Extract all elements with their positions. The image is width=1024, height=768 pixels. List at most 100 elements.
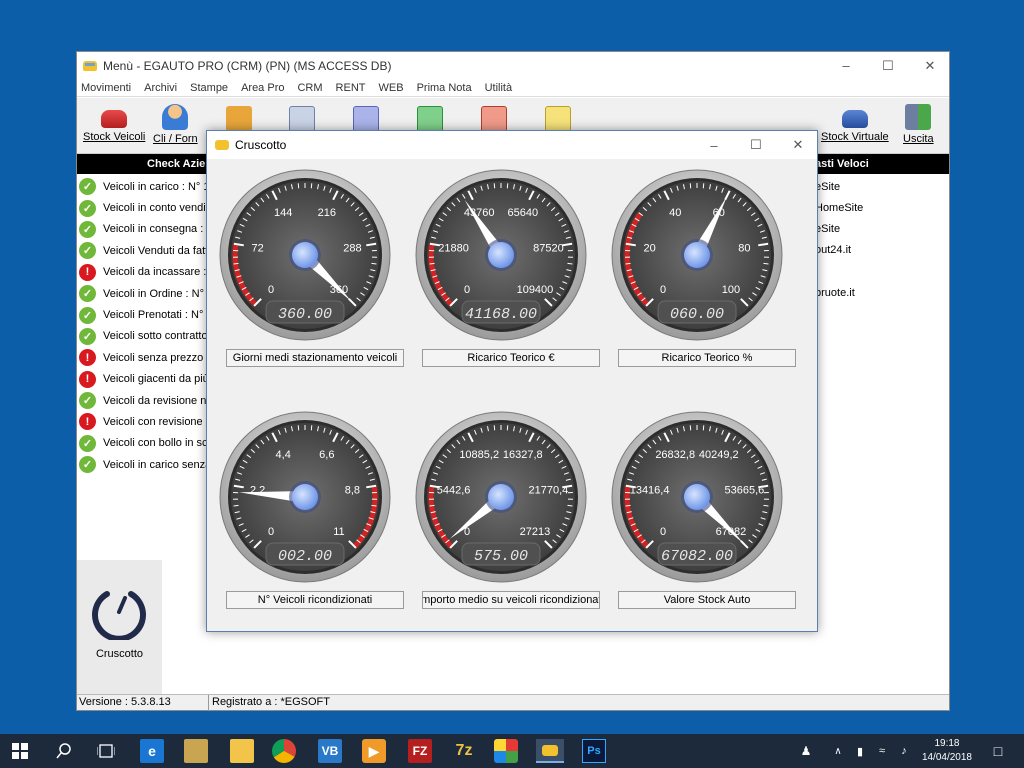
gauge-tick-label: 8,8 — [345, 484, 360, 496]
car-icon — [101, 110, 128, 128]
red-report-icon[interactable] — [481, 106, 507, 132]
quick-link[interactable]: bruote.it — [815, 282, 945, 303]
uscita-label: Uscita — [903, 133, 934, 145]
check-item-text: Veicoli Prenotati : N° 4 — [103, 309, 213, 322]
car-app-icon — [83, 60, 97, 71]
gauge-tick-label: 6,6 — [319, 449, 334, 461]
clock[interactable]: 19:18 14/04/2018 — [922, 737, 972, 765]
minimize-icon[interactable]: – — [825, 52, 867, 79]
cli-forn-button[interactable]: Cli / Forn — [153, 104, 198, 145]
menu-crm[interactable]: CRM — [297, 82, 322, 94]
quick-link[interactable]: out24.it — [815, 240, 945, 261]
7zip-icon[interactable]: 7z — [452, 739, 476, 763]
menu-stampe[interactable]: Stampe — [190, 82, 228, 94]
gauge-tick-label: 0 — [464, 284, 470, 296]
photoshop-icon[interactable]: Ps — [582, 739, 606, 763]
yellow-report-icon[interactable] — [545, 106, 571, 132]
wifi-icon[interactable]: ≈ — [870, 739, 894, 763]
edge-browser-icon[interactable]: e — [140, 739, 164, 763]
dialog-maximize-icon[interactable]: ☐ — [735, 131, 777, 159]
dialog-minimize-icon[interactable]: – — [693, 131, 735, 159]
dialog-close-icon[interactable]: ✕ — [777, 131, 819, 159]
clock-time: 19:18 — [934, 738, 960, 749]
filezilla-icon[interactable]: FZ — [408, 739, 432, 763]
menu-rent[interactable]: RENT — [336, 82, 366, 94]
menu-utilita[interactable]: Utilità — [485, 82, 513, 94]
tray-chevron-up-icon[interactable]: ∧ — [826, 739, 850, 763]
menu-prima-nota[interactable]: Prima Nota — [417, 82, 472, 94]
menu-web[interactable]: WEB — [379, 82, 404, 94]
gauge-hub — [488, 242, 514, 268]
chrome-icon[interactable] — [272, 739, 296, 763]
gauge-hub — [292, 242, 318, 268]
stock-veicoli-button[interactable]: Stock Veicoli — [83, 104, 145, 143]
task-view-icon[interactable] — [94, 739, 118, 763]
check-item-text: Veicoli giacenti da più di — [103, 373, 221, 386]
gauge-tick-label: 20 — [643, 242, 655, 254]
quick-link[interactable]: eSite — [815, 218, 945, 239]
media-player-icon[interactable]: ▶ — [362, 739, 386, 763]
warning-icon: ! — [79, 349, 96, 367]
stock-virtuale-label: Stock Virtuale — [821, 131, 889, 143]
cli-forn-label: Cli / Forn — [153, 133, 198, 145]
gauge-tick-label: 40 — [669, 207, 681, 219]
people-icon[interactable]: ♟ — [794, 739, 818, 763]
check-ok-icon: ✓ — [79, 456, 96, 474]
cruscotto-panel[interactable]: Cruscotto — [77, 560, 162, 696]
main-titlebar: Menù - EGAUTO PRO (CRM) (PN) (MS ACCESS … — [77, 52, 949, 79]
gauge: 013416,426832,840249,253665,66708267082.… — [611, 411, 783, 586]
car-taxi-icon — [542, 744, 558, 756]
check-ok-icon: ✓ — [79, 327, 96, 345]
dashboard-gauge-icon — [92, 591, 146, 640]
picture-app-icon[interactable] — [494, 739, 518, 763]
menu-area-pro[interactable]: Area Pro — [241, 82, 284, 94]
menubar: Movimenti Archivi Stampe Area Pro CRM RE… — [77, 79, 949, 97]
gauge-tick-label: 288 — [343, 242, 361, 254]
store-icon[interactable] — [184, 739, 208, 763]
warning-icon: ! — [79, 263, 96, 281]
gauge-dial: 013416,426832,840249,253665,66708267082.… — [611, 411, 783, 583]
cruscotto-label: Cruscotto — [95, 648, 144, 660]
quick-link[interactable]: HomeSite — [815, 197, 945, 218]
gauge-tick-label: 216 — [318, 207, 336, 219]
taskbar: e VB ▶ FZ 7z Ps ♟ ∧ ▮ ≈ ♪ 19:18 14/04/20… — [0, 734, 1024, 768]
green-report-icon[interactable] — [417, 106, 443, 132]
menu-archivi[interactable]: Archivi — [144, 82, 177, 94]
check-item-text: Veicoli da incassare : N° — [103, 266, 222, 279]
main-window-title: Menù - EGAUTO PRO (CRM) (PN) (MS ACCESS … — [103, 58, 392, 73]
gauge-caption: N° Veicoli ricondizionati — [226, 591, 404, 609]
quick-links-list: eSite HomeSite eSite out24.it bruote.it — [815, 176, 945, 303]
uscita-button[interactable]: Uscita — [903, 104, 934, 145]
gauge-dial: 02,24,4 6,68,811002.00 — [219, 411, 391, 583]
warning-icon: ! — [79, 370, 96, 388]
gauge-tick-label: 21770,4 — [529, 484, 569, 496]
stock-virtuale-button[interactable]: Stock Virtuale — [821, 104, 889, 143]
cruscotto-dialog: Cruscotto – ☐ ✕ 072144216288360360.00Gio… — [206, 130, 818, 632]
clipboard-icon[interactable] — [226, 106, 252, 132]
gauge-tick-label: 65640 — [507, 207, 538, 219]
windows-start-icon[interactable] — [8, 739, 32, 763]
version-text: Versione : 5.3.8.13 — [79, 696, 171, 708]
check-ok-icon: ✓ — [79, 392, 96, 410]
search-icon[interactable] — [52, 739, 76, 763]
gauge-value-display: 67082.00 — [661, 548, 733, 565]
report-icon[interactable] — [353, 106, 379, 132]
document-icon[interactable] — [289, 106, 315, 132]
gauge-tick-label: 0 — [268, 526, 274, 538]
quick-link[interactable]: eSite — [815, 176, 945, 197]
notification-icon[interactable]: □ — [986, 739, 1010, 763]
file-explorer-icon[interactable] — [230, 739, 254, 763]
menu-movimenti[interactable]: Movimenti — [81, 82, 131, 94]
quick-link[interactable] — [815, 261, 945, 282]
maximize-icon[interactable]: ☐ — [867, 52, 909, 79]
close-icon[interactable]: ✕ — [909, 52, 951, 79]
vb-app-icon[interactable]: VB — [318, 739, 342, 763]
car-app-icon — [215, 140, 229, 150]
check-item-text: Veicoli in Ordine : N° 0 — [103, 287, 214, 300]
egauto-taskbar-icon[interactable] — [536, 739, 564, 763]
volume-icon[interactable]: ♪ — [892, 739, 916, 763]
check-ok-icon: ✓ — [79, 178, 96, 196]
battery-icon[interactable]: ▮ — [848, 739, 872, 763]
gauge-tick-label: 27213 — [520, 526, 551, 538]
registered-text: Registrato a : *EGSOFT — [212, 696, 330, 708]
